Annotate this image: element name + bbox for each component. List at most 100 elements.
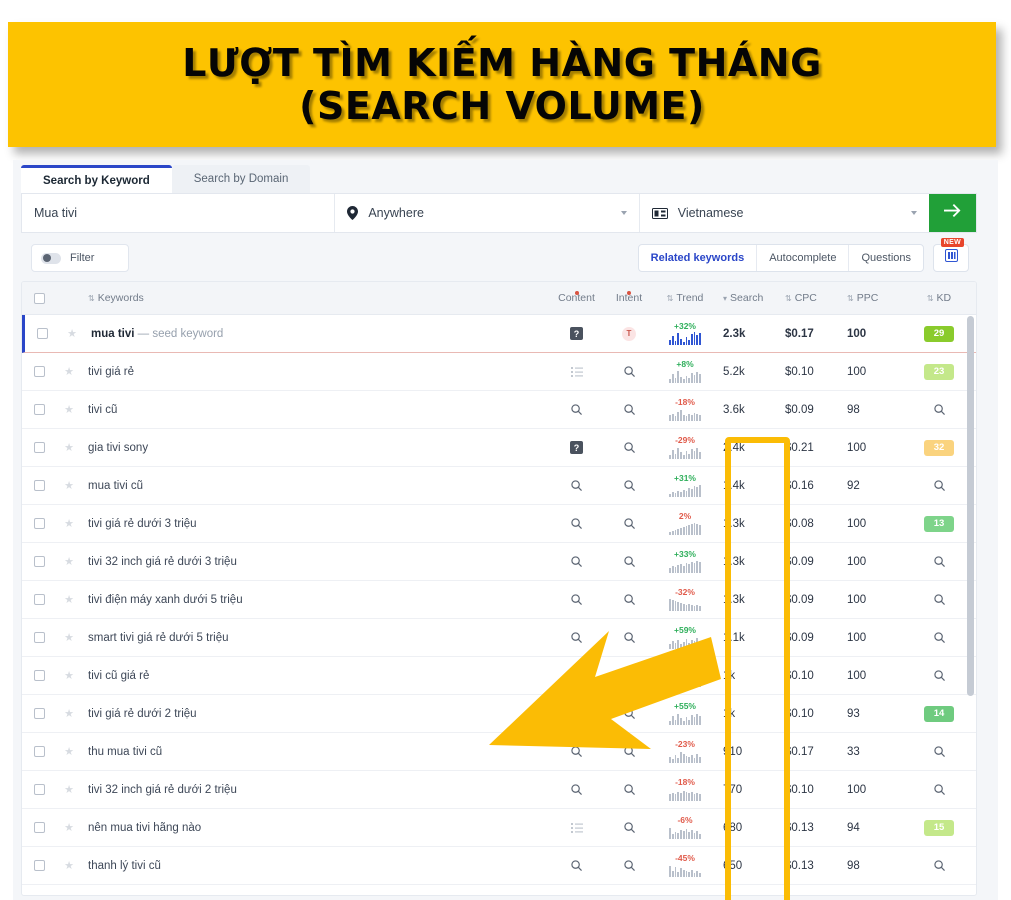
table-row[interactable]: ★ tivi giá rẻ dưới 2 triệu +55% 1k $0.10 93 14 <box>22 695 976 733</box>
filter-toggle[interactable]: Filter <box>31 244 129 272</box>
search-icon[interactable] <box>933 556 945 567</box>
intent-cell[interactable] <box>604 594 654 605</box>
search-icon[interactable] <box>623 708 635 719</box>
table-row[interactable]: ★ gia tivi sony? -29% 2.4k $0.21 100 32 <box>22 429 976 467</box>
table-row[interactable]: ★ tivi cũ -18% 3.6k $0.09 98 <box>22 391 976 429</box>
kd-cell[interactable]: 32 <box>902 439 976 456</box>
search-icon[interactable] <box>623 366 635 377</box>
row-checkbox[interactable] <box>22 632 56 643</box>
intent-cell[interactable]: T <box>604 326 654 341</box>
keyword-cell[interactable]: smart tivi giá rẻ dưới 5 triệu <box>82 632 549 644</box>
search-icon[interactable] <box>623 518 635 529</box>
row-checkbox[interactable] <box>22 670 56 681</box>
favorite-star-icon[interactable]: ★ <box>56 593 82 606</box>
table-row[interactable]: ★ thanh lý tivi cũ -45% 650 $0.13 98 <box>22 847 976 885</box>
question-badge-icon[interactable]: ? <box>570 327 583 340</box>
favorite-star-icon[interactable]: ★ <box>56 631 82 644</box>
search-icon[interactable] <box>571 480 582 491</box>
segment-autocomplete[interactable]: Autocomplete <box>757 245 850 271</box>
intent-cell[interactable] <box>604 442 654 453</box>
search-icon[interactable] <box>571 556 582 567</box>
intent-cell[interactable] <box>604 632 654 643</box>
row-checkbox[interactable] <box>22 784 56 795</box>
search-icon[interactable] <box>933 480 945 491</box>
search-icon[interactable] <box>623 480 635 491</box>
table-row[interactable]: ★ tivi giá rẻ dưới 3 triệu 2% 1.3k $0.08 100 1… <box>22 505 976 543</box>
table-row[interactable]: ★ tivi cũ giá rẻ -31% 1k $0.10 100 <box>22 657 976 695</box>
columns-grid-button[interactable]: NEW <box>933 238 969 272</box>
intent-cell[interactable] <box>604 556 654 567</box>
keyword-input[interactable]: Mua tivi <box>22 194 334 232</box>
keyword-cell[interactable]: mua tivi cũ <box>82 480 549 492</box>
favorite-star-icon[interactable]: ★ <box>59 327 85 340</box>
search-icon[interactable] <box>623 442 635 453</box>
content-cell[interactable] <box>549 822 604 833</box>
search-submit-button[interactable] <box>929 194 976 232</box>
table-row[interactable]: ★ smart tivi giá rẻ dưới 5 triệu +59% 1.1k $… <box>22 619 976 657</box>
content-cell[interactable] <box>549 556 604 567</box>
content-cell[interactable]: ? <box>549 327 604 340</box>
keyword-cell[interactable]: tivi cũ <box>82 404 549 416</box>
content-cell[interactable] <box>549 404 604 415</box>
search-icon[interactable] <box>571 404 582 415</box>
search-icon[interactable] <box>933 746 945 757</box>
table-scrollbar[interactable] <box>967 316 974 865</box>
search-icon[interactable] <box>571 784 582 795</box>
intent-cell[interactable] <box>604 480 654 491</box>
row-checkbox[interactable] <box>22 822 56 833</box>
header-search[interactable]: ▾ Search <box>716 292 778 304</box>
select-all-checkbox[interactable] <box>22 292 56 304</box>
header-cpc[interactable]: ⇅ CPC <box>778 292 840 304</box>
favorite-star-icon[interactable]: ★ <box>56 745 82 758</box>
favorite-star-icon[interactable]: ★ <box>56 517 82 530</box>
search-icon[interactable] <box>623 556 635 567</box>
location-select[interactable]: Anywhere <box>334 194 638 232</box>
table-row[interactable]: ★ tivi 32 inch giá rẻ dưới 3 triệu +33% 1.3… <box>22 543 976 581</box>
keyword-cell[interactable]: tivi giá rẻ dưới 3 triệu <box>82 518 549 530</box>
search-icon[interactable] <box>623 670 635 681</box>
table-row[interactable]: ★ tivi giá rẻ +8% 5.2k $0.10 100 23 <box>22 353 976 391</box>
table-row[interactable]: ★ nên mua tivi hãng nào -6% 680 $0.13 94 15 <box>22 809 976 847</box>
search-icon[interactable] <box>933 784 945 795</box>
kd-cell[interactable]: 14 <box>902 705 976 722</box>
favorite-star-icon[interactable]: ★ <box>56 555 82 568</box>
kd-cell[interactable] <box>902 404 976 415</box>
chevron-down-icon[interactable] <box>911 211 918 215</box>
kd-cell[interactable] <box>902 746 976 757</box>
keyword-cell[interactable]: nên mua tivi hãng nào <box>82 822 549 834</box>
row-checkbox[interactable] <box>22 366 56 377</box>
list-icon[interactable] <box>570 822 583 833</box>
transactional-badge-icon[interactable]: T <box>622 326 636 341</box>
kd-cell[interactable]: 23 <box>902 363 976 380</box>
intent-cell[interactable] <box>604 518 654 529</box>
search-icon[interactable] <box>571 594 582 605</box>
content-cell[interactable] <box>549 860 604 871</box>
search-icon[interactable] <box>933 670 945 681</box>
keyword-cell[interactable]: tivi giá rẻ <box>82 366 549 378</box>
intent-cell[interactable] <box>604 404 654 415</box>
kd-cell[interactable] <box>902 594 976 605</box>
content-cell[interactable] <box>549 518 604 529</box>
kd-cell[interactable] <box>902 670 976 681</box>
row-checkbox[interactable] <box>22 708 56 719</box>
intent-cell[interactable] <box>604 366 654 377</box>
intent-cell[interactable] <box>604 708 654 719</box>
kd-cell[interactable]: 29 <box>902 325 976 342</box>
content-cell[interactable]: ? <box>549 441 604 454</box>
tab-search-by-keyword[interactable]: Search by Keyword <box>21 165 172 193</box>
search-icon[interactable] <box>623 784 635 795</box>
search-icon[interactable] <box>933 860 945 871</box>
table-row[interactable]: ★ mua tivi cũ +31% 1.4k $0.16 92 <box>22 467 976 505</box>
chevron-down-icon[interactable] <box>620 211 627 215</box>
search-icon[interactable] <box>571 860 582 871</box>
toggle-switch-icon[interactable] <box>41 252 61 264</box>
row-checkbox[interactable] <box>22 442 56 453</box>
table-row[interactable]: ★ tivi điện máy xanh dưới 5 triệu -32% 1.3k… <box>22 581 976 619</box>
search-icon[interactable] <box>933 632 945 643</box>
keyword-cell[interactable]: tivi cũ giá rẻ <box>82 670 549 682</box>
intent-cell[interactable] <box>604 784 654 795</box>
row-checkbox[interactable] <box>22 480 56 491</box>
question-badge-icon[interactable]: ? <box>570 441 583 454</box>
header-trend[interactable]: ⇅ Trend <box>654 292 716 304</box>
favorite-star-icon[interactable]: ★ <box>56 365 82 378</box>
